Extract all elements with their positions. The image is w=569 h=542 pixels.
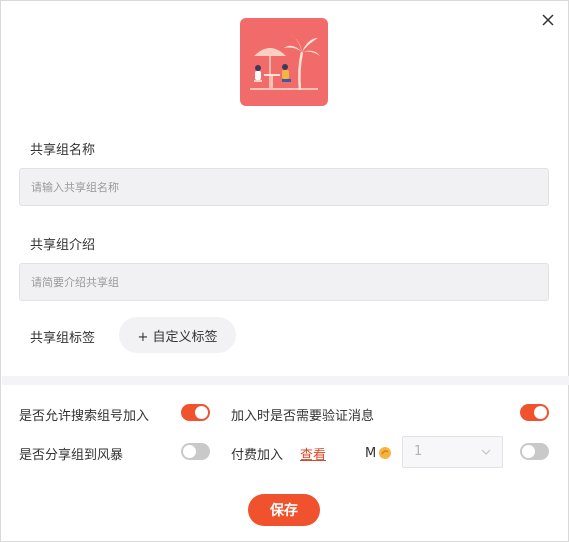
price-select[interactable]: 1: [402, 436, 503, 468]
beach-illustration-icon: [240, 18, 328, 106]
chevron-down-icon: [481, 449, 491, 455]
group-intro-label: 共享组介绍: [30, 238, 96, 253]
view-link[interactable]: 查看: [300, 444, 326, 463]
group-cover-image[interactable]: [240, 18, 328, 106]
verify-message-label: 加入时是否需要验证消息: [231, 409, 375, 424]
share-to-storm-label: 是否分享组到风暴: [19, 448, 124, 463]
share-to-storm-toggle[interactable]: [181, 443, 210, 460]
allow-search-toggle[interactable]: [181, 404, 210, 421]
section-divider: [2, 376, 569, 385]
toggle-knob: [522, 445, 535, 458]
group-name-label: 共享组名称: [30, 143, 96, 158]
allow-search-label: 是否允许搜索组号加入: [19, 409, 150, 424]
group-intro-input[interactable]: [19, 263, 549, 301]
currency-label: M: [365, 445, 377, 461]
toggle-knob: [534, 406, 547, 419]
coin-icon: [379, 447, 392, 459]
toggle-knob: [195, 406, 208, 419]
save-button[interactable]: 保存: [248, 494, 320, 526]
paid-join-toggle[interactable]: [520, 443, 549, 460]
paid-join-label: 付费加入: [231, 448, 284, 463]
add-custom-tag-button[interactable]: + 自定义标签: [119, 317, 236, 353]
currency-unit: M: [365, 444, 392, 462]
toggle-knob: [183, 445, 196, 458]
group-name-input[interactable]: [19, 168, 549, 206]
price-value: 1: [414, 444, 423, 459]
group-tag-label: 共享组标签: [30, 331, 96, 346]
close-icon[interactable]: [537, 9, 559, 31]
create-share-group-dialog: 共享组名称 共享组介绍 共享组标签 + 自定义标签 是否允许搜索组号加入 加入时…: [0, 0, 569, 542]
verify-message-toggle[interactable]: [520, 404, 549, 421]
